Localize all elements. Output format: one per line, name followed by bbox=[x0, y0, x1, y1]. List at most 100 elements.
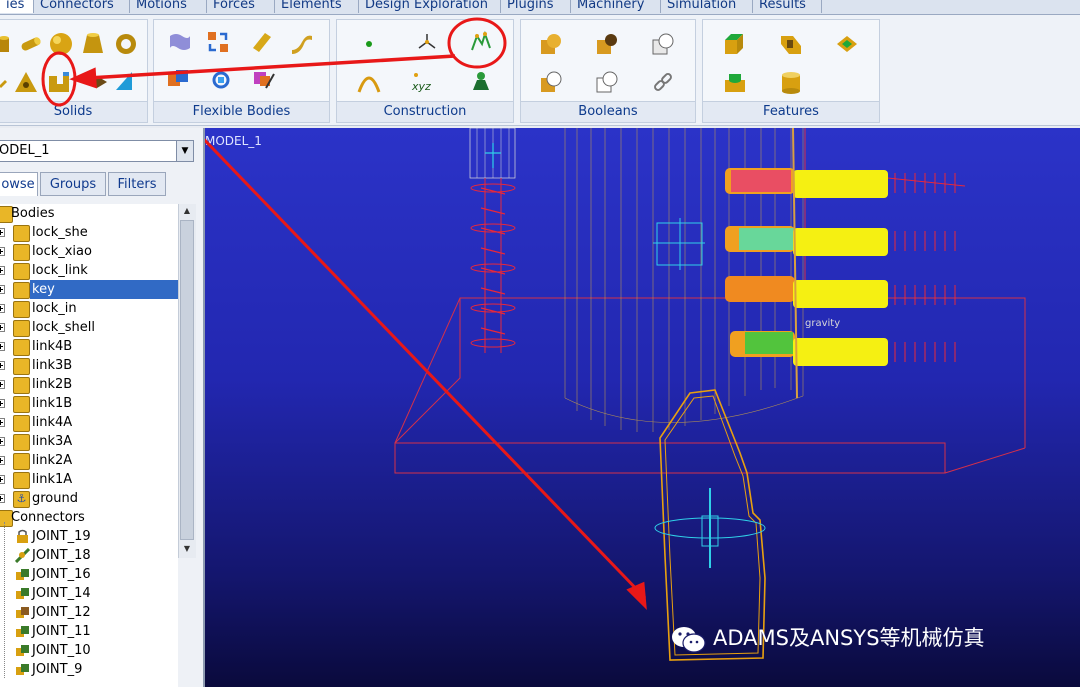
tree-scrollbar[interactable]: ▲ ▼ bbox=[178, 204, 196, 558]
tree-item-link4b[interactable]: link4B bbox=[0, 337, 178, 356]
tree-label: lock_in bbox=[32, 301, 77, 316]
expand-icon[interactable] bbox=[0, 380, 5, 389]
link-solid-icon[interactable] bbox=[19, 32, 43, 56]
polyline-icon[interactable] bbox=[469, 30, 493, 54]
expand-icon[interactable] bbox=[0, 361, 5, 370]
tree-item-joint-9[interactable]: JOINT_9 bbox=[0, 660, 178, 679]
expand-icon[interactable] bbox=[0, 399, 5, 408]
intersect-icon[interactable] bbox=[539, 70, 563, 94]
tab-simulation[interactable]: Simulation bbox=[660, 0, 752, 13]
extrusion-solid-icon[interactable] bbox=[47, 70, 71, 94]
union-icon[interactable] bbox=[539, 32, 563, 56]
tree-item-lock-in[interactable]: lock_in bbox=[0, 299, 178, 318]
flex-curve-icon[interactable] bbox=[290, 32, 314, 56]
expand-icon[interactable] bbox=[0, 437, 5, 446]
expand-icon[interactable] bbox=[0, 266, 5, 275]
flex-beam-icon[interactable] bbox=[250, 30, 274, 54]
box-solid-icon[interactable] bbox=[85, 70, 109, 94]
tree-item-link1b[interactable]: link1B bbox=[0, 394, 178, 413]
boss-icon[interactable] bbox=[835, 32, 859, 56]
tab-forces[interactable]: Forces bbox=[206, 0, 274, 13]
expand-icon[interactable] bbox=[0, 456, 5, 465]
tree-item-joint-18[interactable]: JOINT_18 bbox=[0, 546, 178, 565]
tree-item-lock-link[interactable]: lock_link bbox=[0, 261, 178, 280]
expand-icon[interactable] bbox=[0, 247, 5, 256]
tab-browse[interactable]: owse bbox=[0, 172, 38, 196]
flex-swap-icon[interactable] bbox=[206, 30, 230, 54]
flex-rotate-icon[interactable] bbox=[209, 68, 233, 92]
tree-folder-connectors[interactable]: Connectors bbox=[0, 508, 178, 527]
tree-item-link4a[interactable]: link4A bbox=[0, 413, 178, 432]
tree-item-link2b[interactable]: link2B bbox=[0, 375, 178, 394]
torus-solid-icon[interactable] bbox=[114, 32, 138, 56]
expand-icon[interactable] bbox=[0, 342, 5, 351]
tab-results[interactable]: Results bbox=[752, 0, 822, 13]
tree-item-lock-xiao[interactable]: lock_xiao bbox=[0, 242, 178, 261]
model-select[interactable]: ODEL_1 ▼ bbox=[0, 140, 194, 162]
triangle-solid-icon[interactable] bbox=[14, 70, 38, 94]
tab-groups[interactable]: Groups bbox=[40, 172, 106, 196]
tab-connectors[interactable]: Connectors bbox=[33, 0, 129, 13]
tree-item-lock-shell[interactable]: lock_shell bbox=[0, 318, 178, 337]
expand-icon[interactable] bbox=[0, 285, 5, 294]
flex-sheet-icon[interactable] bbox=[168, 30, 192, 54]
bell-curve-icon[interactable] bbox=[469, 68, 493, 92]
tab-filters[interactable]: Filters bbox=[108, 172, 166, 196]
hole-icon[interactable] bbox=[779, 32, 803, 56]
flex-box-icon[interactable] bbox=[166, 68, 190, 92]
marker-icon[interactable] bbox=[415, 30, 439, 54]
point-icon[interactable] bbox=[359, 34, 383, 58]
xyz-coords-icon[interactable]: xyz bbox=[411, 70, 435, 94]
cylinder-feature-icon[interactable] bbox=[779, 70, 803, 94]
flex-edit-icon[interactable] bbox=[252, 68, 276, 92]
merge-icon[interactable] bbox=[595, 32, 619, 56]
chevron-down-icon[interactable]: ▼ bbox=[176, 141, 193, 161]
tab-bodies[interactable]: ies bbox=[0, 0, 33, 13]
expand-icon[interactable] bbox=[0, 494, 5, 503]
arc-icon[interactable] bbox=[357, 70, 381, 94]
tree-item-link3b[interactable]: link3B bbox=[0, 356, 178, 375]
tree-item-joint-14[interactable]: JOINT_14 bbox=[0, 584, 178, 603]
sphere-solid-icon[interactable] bbox=[49, 32, 73, 56]
tree-item-link3a[interactable]: link3A bbox=[0, 432, 178, 451]
arrow-solid-icon[interactable] bbox=[112, 68, 136, 92]
expand-icon[interactable] bbox=[0, 418, 5, 427]
tree-item-lock-she[interactable]: lock_she bbox=[0, 223, 178, 242]
body-icon bbox=[13, 434, 30, 451]
tab-plugins[interactable]: Plugins bbox=[500, 0, 570, 13]
tab-motions[interactable]: Motions bbox=[129, 0, 206, 13]
tab-machinery[interactable]: Machinery bbox=[570, 0, 660, 13]
menu-tab-strip: ies Connectors Motions Forces Elements D… bbox=[0, 0, 1080, 15]
tree-item-joint-16[interactable]: JOINT_16 bbox=[0, 565, 178, 584]
body-icon bbox=[13, 472, 30, 489]
cut-icon[interactable] bbox=[651, 32, 675, 56]
lock-joint-icon bbox=[15, 529, 30, 544]
tab-elements[interactable]: Elements bbox=[274, 0, 358, 13]
tree-folder-bodies[interactable]: Bodies bbox=[0, 204, 178, 223]
expand-icon[interactable] bbox=[0, 304, 5, 313]
tree-item-joint-10[interactable]: JOINT_10 bbox=[0, 641, 178, 660]
scroll-down-icon[interactable]: ▼ bbox=[182, 544, 192, 553]
tree-item-link1a[interactable]: link1A bbox=[0, 470, 178, 489]
expand-icon[interactable] bbox=[0, 228, 5, 237]
tree-item-key[interactable]: key bbox=[0, 280, 178, 299]
anchor-icon: ⚓ bbox=[13, 491, 30, 508]
shell-icon[interactable] bbox=[723, 70, 747, 94]
scroll-thumb[interactable] bbox=[180, 220, 194, 540]
tree-item-link2a[interactable]: link2A bbox=[0, 451, 178, 470]
tree-item-joint-19[interactable]: JOINT_19 bbox=[0, 527, 178, 546]
tree-item-joint-11[interactable]: JOINT_11 bbox=[0, 622, 178, 641]
tree-item-joint-12[interactable]: JOINT_12 bbox=[0, 603, 178, 622]
chamfer-icon[interactable] bbox=[723, 32, 747, 56]
3d-viewport[interactable]: MODEL_1 gravity ADAMS及ANSYS等机械仿真 bbox=[205, 128, 1080, 687]
tab-design-exploration[interactable]: Design Exploration bbox=[358, 0, 500, 13]
tree-label: Connectors bbox=[11, 510, 85, 525]
frustum-solid-icon[interactable] bbox=[81, 32, 105, 56]
expand-icon[interactable] bbox=[0, 475, 5, 484]
chain-icon[interactable] bbox=[651, 70, 675, 94]
scroll-up-icon[interactable]: ▲ bbox=[182, 206, 192, 215]
expand-icon[interactable] bbox=[0, 323, 5, 332]
split-icon[interactable] bbox=[595, 70, 619, 94]
tree-label: lock_link bbox=[32, 263, 88, 278]
tree-item-ground[interactable]: ⚓ ground bbox=[0, 489, 178, 508]
